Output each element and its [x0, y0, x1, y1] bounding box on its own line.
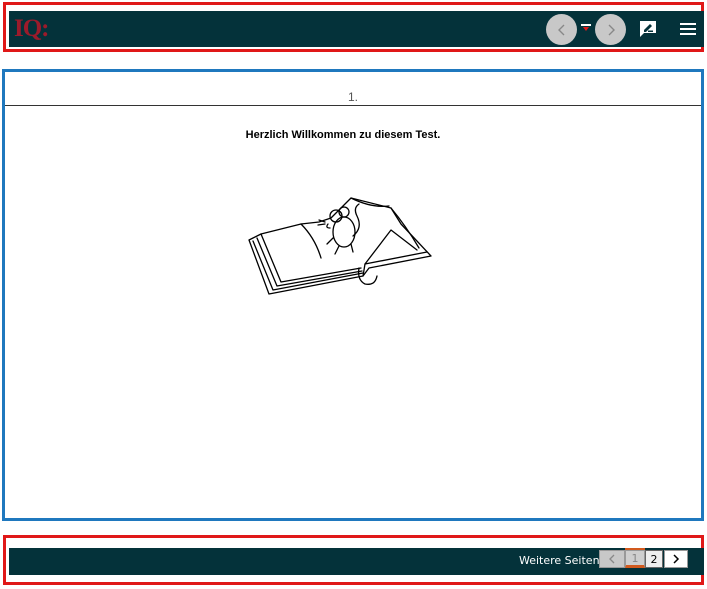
- header-bar: IQ:: [9, 11, 704, 47]
- more-pages-label: Weitere Seiten:: [519, 554, 604, 567]
- chevron-left-icon: [609, 554, 615, 564]
- comment-button[interactable]: [637, 18, 659, 40]
- welcome-heading: Herzlich Willkommen zu diesem Test.: [245, 129, 441, 141]
- footer-highlight-frame: Weitere Seiten: 1 2: [3, 535, 704, 585]
- hamburger-menu-icon: [680, 23, 696, 35]
- chevron-right-icon: [673, 554, 680, 564]
- header-highlight-frame: IQ:: [3, 2, 704, 52]
- chevron-right-icon: [608, 24, 615, 35]
- comment-edit-icon: [640, 21, 656, 37]
- footer-bar: Weitere Seiten: 1 2: [9, 548, 704, 575]
- previous-unit-button[interactable]: [546, 14, 577, 45]
- previous-page-button[interactable]: [599, 550, 625, 568]
- unit-content-frame: 1. Herzlich Willkommen zu diesem Test.: [2, 69, 704, 521]
- page-number: 1.: [347, 90, 358, 104]
- page-divider: [5, 105, 701, 106]
- iqb-logo: IQ:: [14, 15, 49, 42]
- page-button-2[interactable]: 2: [645, 550, 663, 568]
- unit-status-indicator-icon: [581, 24, 591, 31]
- chevron-left-icon: [557, 24, 564, 35]
- menu-button[interactable]: [677, 18, 699, 40]
- mouse-on-open-book-image: [248, 197, 432, 295]
- page-button-1[interactable]: 1: [625, 548, 645, 568]
- next-unit-button[interactable]: [595, 14, 626, 45]
- next-page-button[interactable]: [664, 550, 688, 568]
